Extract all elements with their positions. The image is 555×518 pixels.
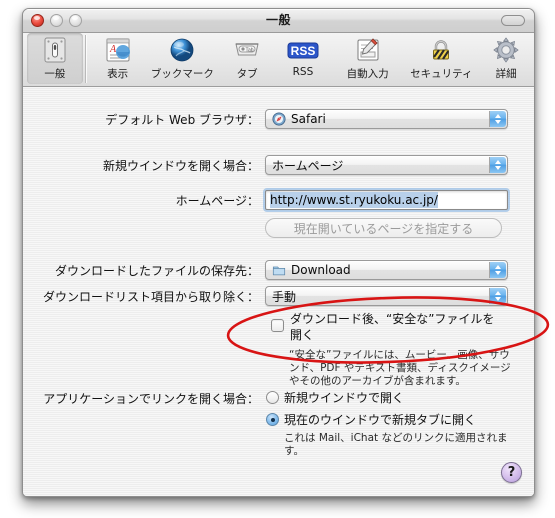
homepage-input[interactable]: http://www.st.ryukoku.ac.jp/ (265, 190, 508, 210)
radio-new-window-label: 新規ウインドウで開く (284, 391, 405, 405)
toolbar-separator (84, 35, 86, 83)
zoom-button[interactable] (69, 14, 82, 27)
remove-download-items-label: ダウンロードリスト項目から取り除く： (42, 289, 259, 304)
toolbar-item-security[interactable]: セキュリティ (405, 33, 479, 84)
toolbar-item-tabs[interactable]: Tab タブ (219, 33, 275, 84)
row-download-location: ダウンロードしたファイルの保存先： Download (23, 260, 512, 280)
download-location-label: ダウンロードしたファイルの保存先： (54, 263, 259, 278)
preferences-content: デフォルト Web ブラウザ： Safari 新規ウインドウを開く場合： ホーム… (23, 87, 534, 496)
help-button-label: ? (507, 465, 516, 480)
minimize-button[interactable] (50, 14, 63, 27)
toolbar-item-autofill[interactable]: 自動入力 (331, 33, 405, 84)
folder-icon (272, 266, 286, 276)
advanced-icon (491, 35, 521, 65)
safari-icon (272, 112, 286, 126)
svg-text:Tab: Tab (246, 47, 254, 53)
window-titlebar[interactable]: 一般 (23, 9, 534, 33)
toolbar-item-rss-label: RSS (292, 66, 314, 78)
security-icon (426, 35, 456, 65)
preferences-toolbar: 一般 A 表示 ブックマーク Tab タブ RSS RSS 自動入力 セキュリテ… (23, 33, 534, 87)
toolbar-item-appearance[interactable]: A 表示 (90, 33, 146, 84)
open-links-option-new-tab[interactable]: 現在のウインドウで新規タブに開く (266, 411, 476, 428)
popup-arrows-icon (489, 157, 506, 173)
toolbar-item-advanced[interactable]: 詳細 (478, 33, 534, 84)
general-icon (40, 35, 70, 65)
default-browser-value: Safari (291, 112, 326, 126)
popup-arrows-icon (489, 288, 506, 304)
toolbar-item-security-label: セキュリティ (410, 68, 473, 80)
toolbar-item-general[interactable]: 一般 (27, 33, 83, 84)
default-browser-popup[interactable]: Safari (265, 109, 508, 129)
toolbar-item-appearance-label: 表示 (107, 68, 129, 80)
radio-new-tab-label: 現在のウインドウで新規タブに開く (284, 413, 477, 427)
set-current-page-button[interactable]: 現在開いているページを指定する (265, 218, 502, 238)
new-window-value: ホームページ (272, 158, 344, 173)
new-window-label: 新規ウインドウを開く場合： (102, 158, 259, 173)
new-window-popup[interactable]: ホームページ (265, 155, 508, 175)
rss-icon: RSS (283, 35, 323, 65)
radio-new-tab[interactable] (266, 413, 279, 426)
row-default-browser: デフォルト Web ブラウザ： Safari (23, 109, 512, 129)
window-title: 一般 (265, 13, 291, 27)
popup-arrows-icon (489, 111, 506, 127)
popup-arrows-icon (489, 262, 506, 278)
svg-text:RSS: RSS (291, 44, 316, 58)
open-links-hint: これは Mail、iChat などのリンクに適用されます。 (284, 432, 508, 457)
preferences-window: 一般 一般 A 表示 ブックマーク Tab タブ RSS RSS 自動入力 セキ… (22, 8, 535, 497)
default-browser-label: デフォルト Web ブラウザ： (105, 112, 259, 127)
toolbar-item-advanced-label: 詳細 (495, 68, 517, 80)
window-controls (31, 14, 82, 27)
homepage-value: http://www.st.ryukoku.ac.jp/ (270, 192, 438, 208)
open-safe-files-checkbox[interactable] (271, 319, 284, 332)
toolbar-toggle-button[interactable] (501, 15, 525, 26)
row-homepage: ホームページ： http://www.st.ryukoku.ac.jp/ (23, 190, 512, 210)
row-open-links-label: アプリケーションでリンクを開く場合： (23, 390, 259, 407)
help-button[interactable]: ? (501, 462, 522, 483)
download-location-popup[interactable]: Download (265, 260, 508, 280)
remove-download-items-popup[interactable]: 手動 (265, 286, 508, 306)
open-safe-files-row[interactable]: ダウンロード後、“安全な”ファイルを開く (271, 311, 501, 343)
screenshot-stage: 一般 一般 A 表示 ブックマーク Tab タブ RSS RSS 自動入力 セキ… (0, 0, 555, 518)
open-links-label: アプリケーションでリンクを開く場合： (43, 392, 259, 406)
toolbar-item-general-label: 一般 (44, 68, 66, 80)
tabs-icon: Tab (232, 35, 262, 65)
open-links-option-new-window[interactable]: 新規ウインドウで開く (266, 389, 404, 406)
toolbar-item-autofill-label: 自動入力 (346, 68, 389, 80)
bookmarks-icon (167, 35, 197, 65)
autofill-icon (353, 35, 383, 65)
toolbar-item-bookmarks[interactable]: ブックマーク (146, 33, 220, 84)
close-button[interactable] (31, 14, 44, 27)
set-current-page-label: 現在開いているページを指定する (293, 221, 474, 236)
radio-new-window[interactable] (266, 391, 279, 404)
toolbar-item-tabs-label: タブ (236, 68, 258, 80)
appearance-icon: A (103, 35, 133, 65)
row-set-current-page: 現在開いているページを指定する (265, 218, 502, 238)
open-safe-files-label: ダウンロード後、“安全な”ファイルを開く (290, 312, 495, 342)
remove-download-items-value: 手動 (272, 289, 297, 304)
download-location-value: Download (291, 263, 351, 277)
row-new-window: 新規ウインドウを開く場合： ホームページ (23, 155, 512, 175)
open-safe-files-hint: “安全な”ファイルには、ムービー、画像、サウンド、PDF やテキスト書類、ディス… (289, 349, 511, 387)
homepage-label: ホームページ： (175, 193, 259, 208)
toolbar-item-rss[interactable]: RSS RSS (275, 33, 331, 84)
toolbar-item-bookmarks-label: ブックマーク (150, 68, 214, 80)
svg-text:A: A (109, 44, 117, 55)
row-remove-download-items: ダウンロードリスト項目から取り除く： 手動 (23, 286, 512, 306)
